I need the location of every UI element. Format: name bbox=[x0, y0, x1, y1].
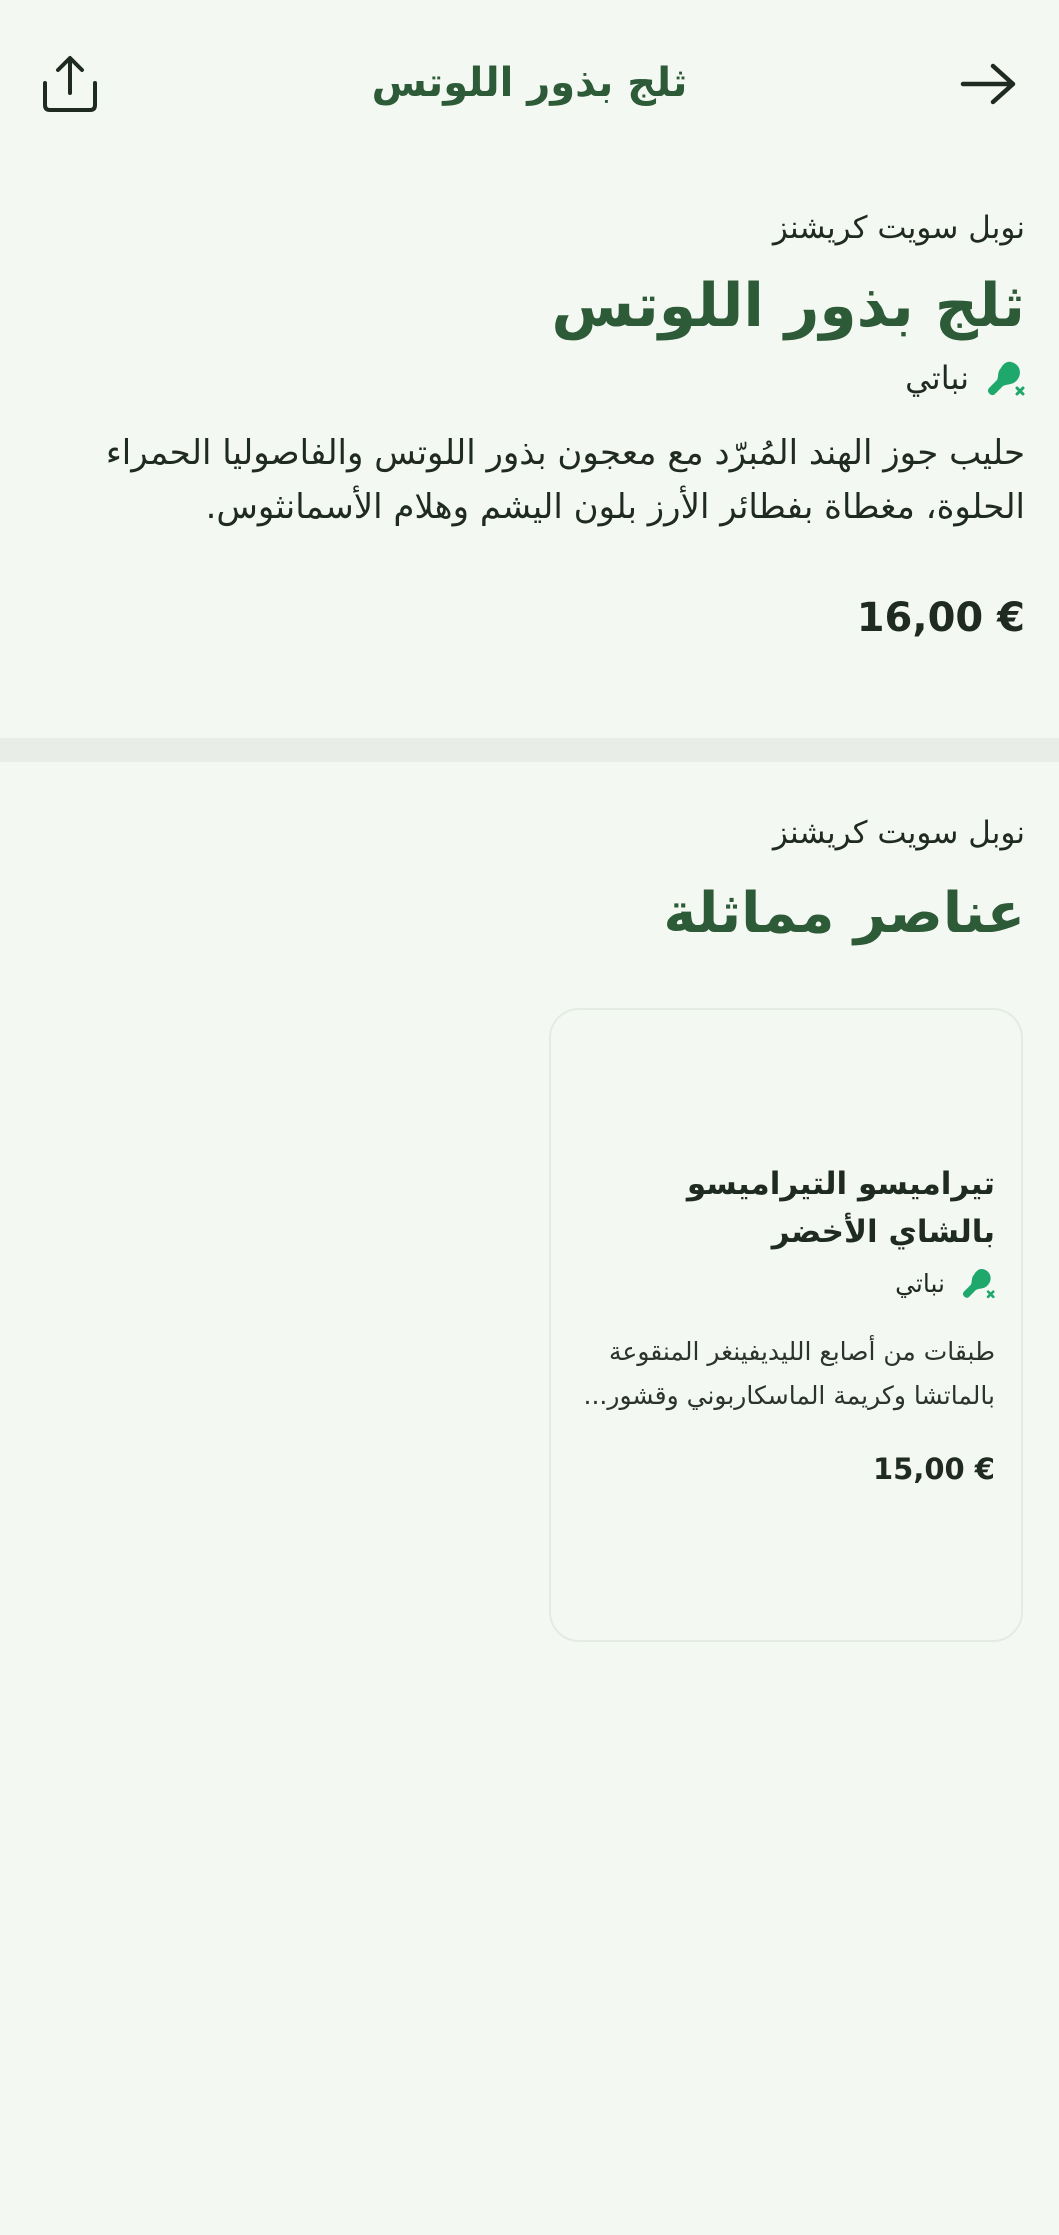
vegetarian-icon bbox=[957, 1264, 995, 1302]
share-icon bbox=[43, 56, 97, 112]
similar-item-diet-label: نباتي bbox=[895, 1268, 945, 1298]
page-title: ثلج بذور اللوتس bbox=[371, 60, 688, 106]
diet-badge: نباتي bbox=[60, 356, 1025, 400]
vegetarian-icon bbox=[981, 356, 1025, 400]
product-price: 16,00 € bbox=[856, 594, 1025, 641]
restaurant-name: نوبل سويت كريشنز bbox=[772, 210, 1025, 246]
similar-items-title: عناصر مماثلة bbox=[663, 881, 1025, 946]
similar-item-title: تيراميسو التيراميسو بالشاي الأخضر bbox=[686, 1166, 995, 1251]
arrow-right-icon bbox=[960, 63, 1016, 105]
diet-label: نباتي bbox=[905, 359, 969, 397]
similar-item-diet-badge: نباتي bbox=[577, 1264, 995, 1302]
similar-restaurant-name: نوبل سويت كريشنز bbox=[772, 815, 1025, 851]
share-button[interactable] bbox=[34, 48, 106, 120]
similar-item-card[interactable]: تيراميسو التيراميسو بالشاي الأخضر نباتي … bbox=[549, 1008, 1023, 1642]
page: ثلج بذور اللوتس نوبل سويت كريشنز ثلج بذو… bbox=[0, 0, 1059, 2235]
similar-items-section: نوبل سويت كريشنز عناصر مماثلة bbox=[34, 815, 1025, 946]
section-divider bbox=[0, 738, 1059, 762]
product-description: حليب جوز الهند المُبرّد مع معجون بذور ال… bbox=[105, 433, 1025, 528]
product-details: نوبل سويت كريشنز ثلج بذور اللوتس نباتي ح… bbox=[60, 210, 1025, 641]
back-button[interactable] bbox=[953, 48, 1025, 120]
similar-item-description: طبقات من أصابع الليديفينغر المنقوعة بالم… bbox=[583, 1337, 995, 1410]
product-title: ثلج بذور اللوتس bbox=[551, 271, 1025, 341]
similar-item-price: 15,00 € bbox=[872, 1451, 995, 1486]
top-bar: ثلج بذور اللوتس bbox=[0, 0, 1059, 170]
